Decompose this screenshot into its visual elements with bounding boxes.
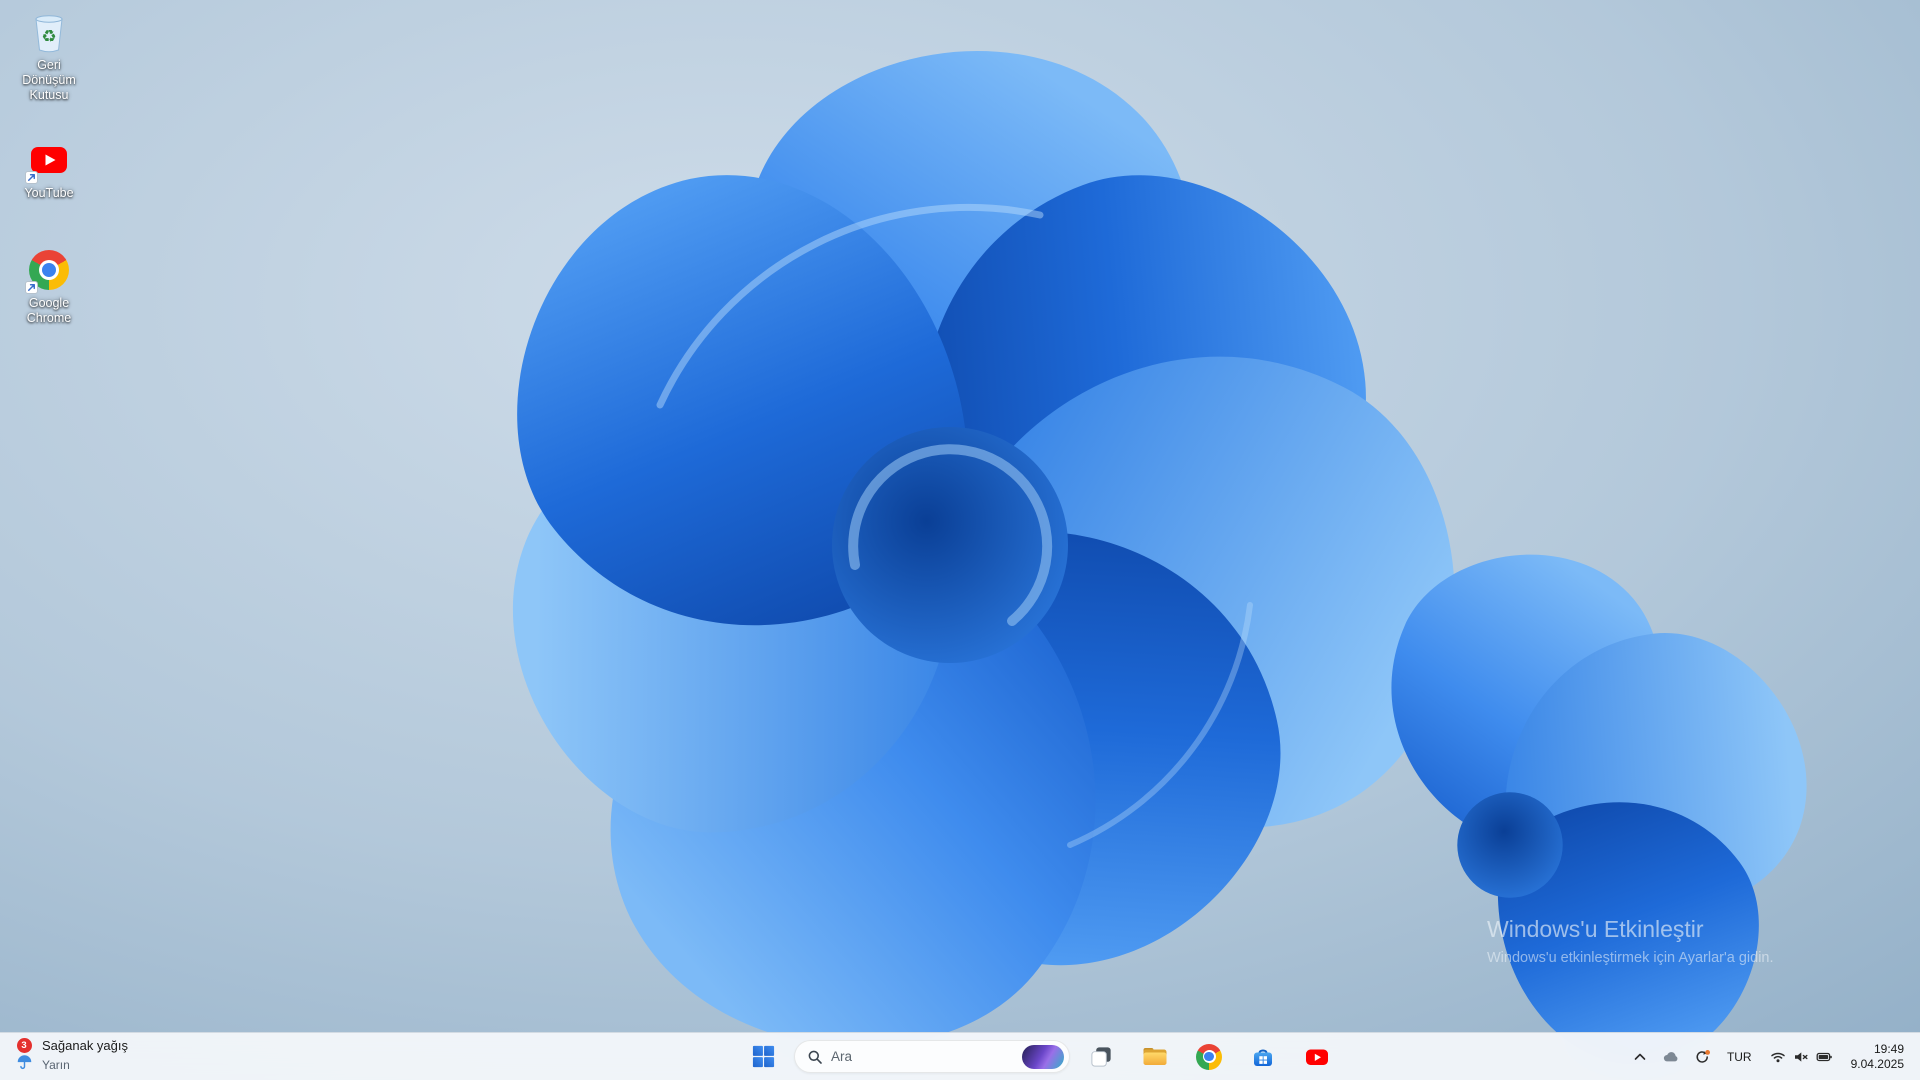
battery-icon [1816,1052,1832,1061]
network-volume-battery-button[interactable] [1762,1037,1841,1077]
clock[interactable]: 19:49 9.04.2025 [1843,1042,1910,1072]
search-icon [808,1050,822,1064]
notification-count-badge: 3 [16,1037,32,1053]
widgets-weather-button[interactable]: 3 Sağanak yağış Yarın [0,1033,138,1080]
recycle-bin-icon: ♻ [27,10,71,54]
chrome-icon [25,248,71,294]
watermark-subtitle: Windows'u etkinleştirmek için Ayarlar'a … [1487,950,1774,966]
shortcut-arrow-icon [25,281,38,294]
recycle-bin-icon-graphic: ♻ [35,15,63,53]
watermark-title: Windows'u Etkinleştir [1487,916,1704,942]
youtube-button[interactable] [1294,1037,1340,1077]
taskbar: 3 Sağanak yağış Yarın Ara TUR 19:49 9.04… [0,1032,1920,1080]
desktop-icon-label: Google Chrome [26,296,72,325]
youtube-icon [25,138,71,184]
task-view-button[interactable] [1078,1037,1124,1077]
task-view-icon [1090,1047,1111,1067]
wifi-icon [1770,1052,1785,1063]
file-explorer-icon [1143,1047,1167,1065]
weather-condition: Sağanak yağış [42,1037,129,1053]
onedrive-cloud-icon [1663,1051,1678,1061]
chrome-button[interactable] [1186,1037,1232,1077]
windows-desktop: { "desktop": { "icons": [ { "label": "Ge… [0,0,1920,1080]
microsoft-store-button[interactable] [1240,1037,1286,1077]
chrome-icon [1196,1043,1222,1070]
svg-text:♻: ♻ [41,27,56,47]
clock-date: 9.04.2025 [1850,1056,1904,1071]
sync-update-icon [1696,1049,1710,1063]
youtube-icon [1306,1049,1328,1065]
search-highlight-image[interactable] [1022,1044,1064,1069]
desktop-icon-youtube[interactable]: YouTube [6,138,92,201]
desktop-icon-label: YouTube [24,186,74,200]
weather-when: Yarın [42,1057,70,1072]
volume-muted-icon [1794,1051,1808,1062]
language-indicator[interactable]: TUR [1719,1037,1760,1077]
file-explorer-button[interactable] [1132,1037,1178,1077]
shortcut-arrow-icon [25,171,38,184]
update-sync-button[interactable] [1688,1037,1717,1077]
desktop-icon-chrome[interactable]: Google Chrome [6,248,92,326]
system-tray: TUR 19:49 9.04.2025 [1626,1033,1920,1080]
umbrella-rain-icon [16,1054,33,1076]
desktop-icon-label: Geri Dönüşüm Kutusu [22,58,76,102]
clock-time: 19:49 [1873,1041,1904,1056]
activation-watermark: Windows'u Etkinleştir Windows'u etkinleş… [1487,916,1774,966]
microsoft-store-icon [1254,1048,1272,1066]
search-input[interactable] [831,1049,1014,1064]
tray-overflow-button[interactable] [1626,1037,1654,1077]
onedrive-button[interactable] [1656,1037,1686,1077]
start-button[interactable] [740,1037,786,1077]
desktop-icon-recycle-bin[interactable]: ♻ Geri Dönüşüm Kutusu [6,10,92,103]
windows-start-icon [752,1045,774,1068]
taskbar-center [740,1033,1340,1080]
chevron-up-icon [1634,1053,1646,1060]
search-box[interactable] [794,1040,1070,1073]
